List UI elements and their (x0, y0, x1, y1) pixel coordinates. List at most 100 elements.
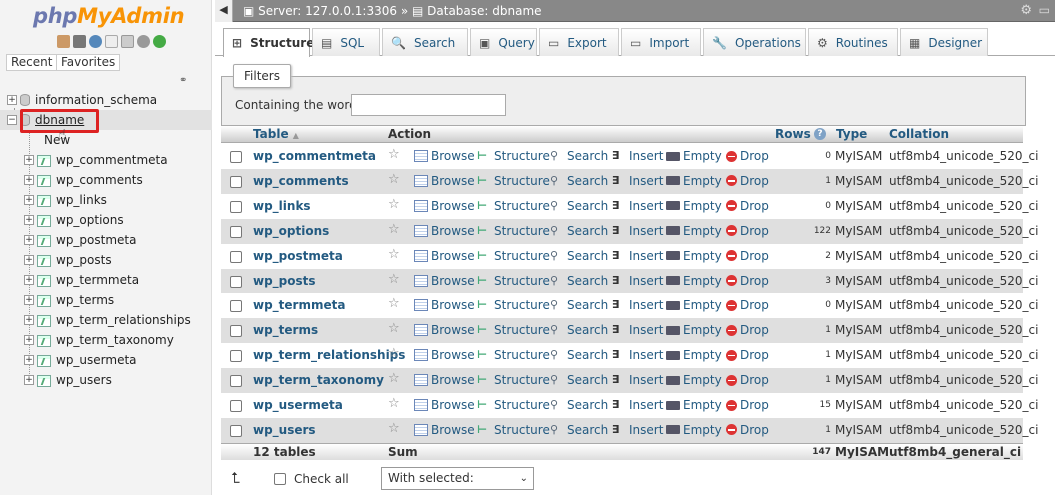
favorite-star-icon[interactable]: ☆ (388, 222, 400, 237)
search-action[interactable]: ⚲ Search (550, 298, 608, 312)
empty-action[interactable]: Empty (666, 398, 722, 412)
search-action[interactable]: ⚲ Search (550, 348, 608, 362)
expand-icon[interactable]: + (24, 295, 34, 305)
structure-action[interactable]: ⊢ Structure (477, 224, 550, 238)
table-row[interactable]: wp_termmeta ☆ Browse ⊢ Structure ⚲ Search ∃ Inse… (221, 293, 1038, 319)
insert-action[interactable]: ∃ Insert (612, 373, 663, 387)
type-header[interactable]: Type (836, 127, 867, 141)
gear-icon[interactable]: ⚙ (1020, 3, 1032, 18)
copy-icon[interactable] (121, 35, 134, 48)
tree-table-item[interactable]: + wp_users (24, 370, 112, 390)
search-action[interactable]: ⚲ Search (550, 149, 608, 163)
structure-action[interactable]: ⊢ Structure (477, 348, 550, 362)
tree-table-item[interactable]: + wp_commentmeta (24, 150, 168, 170)
empty-action[interactable]: Empty (666, 323, 722, 337)
table-name-link[interactable]: wp_posts (253, 274, 316, 288)
search-action[interactable]: ⚲ Search (550, 398, 608, 412)
insert-action[interactable]: ∃ Insert (612, 323, 663, 337)
tab-import[interactable]: ▭ Import (621, 28, 701, 56)
expand-icon[interactable]: + (24, 275, 34, 285)
logout-icon[interactable] (73, 35, 86, 48)
empty-action[interactable]: Empty (666, 174, 722, 188)
with-selected-dropdown[interactable]: With selected: ⌄ (381, 467, 534, 490)
minimize-icon[interactable]: ▭ (1039, 3, 1050, 17)
drop-action[interactable]: Drop (726, 274, 769, 288)
collation-header[interactable]: Collation (889, 127, 949, 141)
structure-action[interactable]: ⊢ Structure (477, 174, 550, 188)
table-row[interactable]: wp_term_taxonomy ☆ Browse ⊢ Structure ⚲ Search… (221, 368, 1038, 394)
tree-table-item[interactable]: + wp_term_relationships (24, 310, 191, 330)
breadcrumb-server[interactable]: Server: 127.0.0.1:3306 (258, 4, 397, 18)
row-checkbox[interactable] (230, 325, 242, 338)
tab-structure[interactable]: ⊞ Structure (223, 28, 314, 57)
table-row[interactable]: wp_options ☆ Browse ⊢ Structure ⚲ Search ∃ Inser… (221, 218, 1038, 244)
structure-action[interactable]: ⊢ Structure (477, 398, 550, 412)
row-checkbox[interactable] (230, 350, 242, 363)
structure-action[interactable]: ⊢ Structure (477, 423, 550, 437)
expand-icon[interactable]: + (24, 315, 34, 325)
structure-action[interactable]: ⊢ Structure (477, 149, 550, 163)
insert-action[interactable]: ∃ Insert (612, 298, 663, 312)
browse-action[interactable]: Browse (414, 298, 475, 312)
table-name-link[interactable]: wp_users (253, 423, 316, 437)
tab-export[interactable]: ▭ Export (539, 28, 619, 56)
tree-table-item[interactable]: + wp_usermeta (24, 350, 137, 370)
empty-action[interactable]: Empty (666, 224, 722, 238)
tree-table-item[interactable]: + wp_terms (24, 290, 114, 310)
drop-action[interactable]: Drop (726, 373, 769, 387)
table-name-link[interactable]: wp_links (253, 199, 311, 213)
empty-action[interactable]: Empty (666, 149, 722, 163)
table-row[interactable]: wp_posts ☆ Browse ⊢ Structure ⚲ Search ∃ Insert E… (221, 268, 1038, 294)
tree-table-item[interactable]: + wp_term_taxonomy (24, 330, 174, 350)
empty-action[interactable]: Empty (666, 348, 722, 362)
collapse-nav-icon[interactable]: ◀ (215, 0, 233, 22)
table-name-link[interactable]: wp_termmeta (253, 298, 345, 312)
drop-action[interactable]: Drop (726, 149, 769, 163)
structure-action[interactable]: ⊢ Structure (477, 298, 550, 312)
structure-action[interactable]: ⊢ Structure (477, 199, 550, 213)
table-name-link[interactable]: wp_term_relationships (253, 348, 405, 362)
drop-action[interactable]: Drop (726, 224, 769, 238)
favorite-star-icon[interactable]: ☆ (388, 247, 400, 262)
expand-icon[interactable]: + (24, 175, 34, 185)
expand-icon[interactable]: + (24, 195, 34, 205)
table-row[interactable]: wp_term_relationships ☆ Browse ⊢ Structure ⚲ S… (221, 343, 1038, 369)
browse-action[interactable]: Browse (414, 149, 475, 163)
tab-routines[interactable]: ⚙ Routines (808, 28, 898, 56)
table-row[interactable]: wp_links ☆ Browse ⊢ Structure ⚲ Search ∃ Insert E… (221, 193, 1038, 219)
insert-action[interactable]: ∃ Insert (612, 149, 663, 163)
row-checkbox[interactable] (230, 424, 242, 437)
expand-icon[interactable]: + (24, 335, 34, 345)
empty-action[interactable]: Empty (666, 298, 722, 312)
tree-table-item[interactable]: + wp_termmeta (24, 270, 139, 290)
home-icon[interactable] (57, 35, 70, 48)
browse-action[interactable]: Browse (414, 199, 475, 213)
filter-input[interactable] (351, 94, 506, 116)
reload-icon[interactable] (153, 35, 166, 48)
table-name-link[interactable]: wp_comments (253, 174, 349, 188)
table-name-link[interactable]: wp_usermeta (253, 398, 343, 412)
favorite-star-icon[interactable]: ☆ (388, 396, 400, 411)
search-action[interactable]: ⚲ Search (550, 423, 608, 437)
table-name-link[interactable]: wp_options (253, 224, 329, 238)
row-checkbox[interactable] (230, 250, 242, 263)
empty-action[interactable]: Empty (666, 373, 722, 387)
favorite-star-icon[interactable]: ☆ (388, 147, 400, 162)
browse-action[interactable]: Browse (414, 348, 475, 362)
expand-icon[interactable]: + (24, 255, 34, 265)
table-row[interactable]: wp_users ☆ Browse ⊢ Structure ⚲ Search ∃ Insert E… (221, 417, 1038, 443)
structure-action[interactable]: ⊢ Structure (477, 323, 550, 337)
browse-action[interactable]: Browse (414, 373, 475, 387)
insert-action[interactable]: ∃ Insert (612, 199, 663, 213)
docs-icon[interactable] (105, 35, 118, 48)
expand-icon[interactable]: + (24, 215, 34, 225)
favorite-star-icon[interactable]: ☆ (388, 172, 400, 187)
favorite-star-icon[interactable]: ☆ (388, 371, 400, 386)
expand-icon[interactable]: + (24, 375, 34, 385)
search-action[interactable]: ⚲ Search (550, 373, 608, 387)
browse-action[interactable]: Browse (414, 398, 475, 412)
tab-designer[interactable]: ▦ Designer (900, 28, 988, 56)
favorite-star-icon[interactable]: ☆ (388, 321, 400, 336)
structure-action[interactable]: ⊢ Structure (477, 373, 550, 387)
expand-icon[interactable]: + (7, 95, 17, 105)
